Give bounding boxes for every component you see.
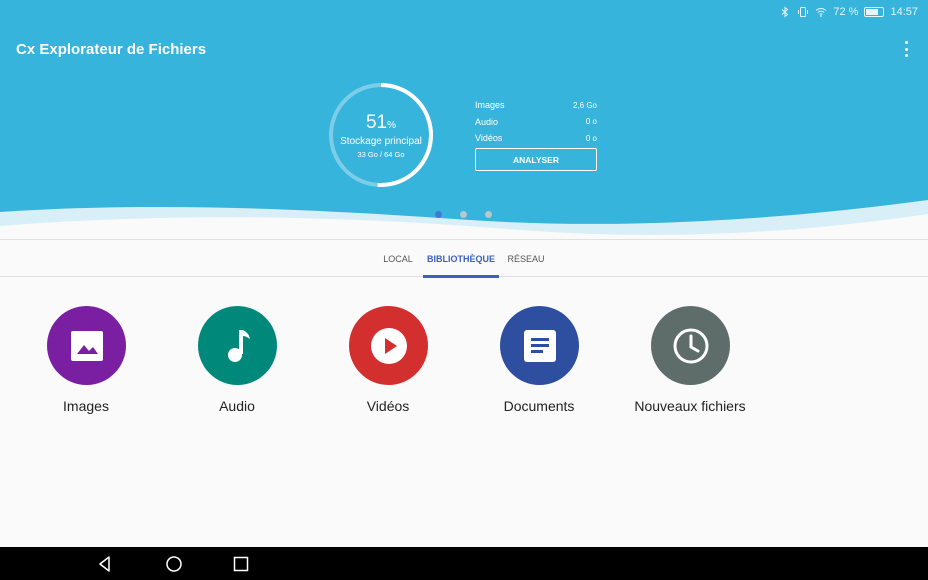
category-label: Audio (219, 398, 255, 414)
stat-label: Audio (475, 116, 499, 127)
bluetooth-icon (782, 6, 789, 18)
category-new-files-circle (651, 306, 730, 385)
tab-bibliotheque[interactable]: BIBLIOTHÈQUE (423, 240, 499, 278)
battery-icon (864, 7, 885, 17)
home-icon[interactable] (165, 555, 183, 573)
storage-percent: 51% (366, 112, 396, 134)
category-audio-circle (198, 306, 277, 385)
stat-value: 0 o (585, 133, 597, 143)
more-vertical-icon[interactable] (902, 41, 910, 57)
category-new-files[interactable]: Nouveaux fichiers (615, 306, 765, 426)
storage-percent-symbol: % (387, 119, 397, 131)
wifi-icon (816, 8, 827, 17)
storage-ring-text: 51% Stockage principal 33 Go / 64 Go (328, 82, 434, 188)
battery-percent: 72 % (833, 6, 859, 18)
back-icon[interactable] (96, 555, 114, 573)
pager-dot[interactable] (460, 211, 467, 218)
storage-size: 33 Go / 64 Go (357, 149, 405, 159)
vibrate-icon (798, 7, 809, 17)
category-audio[interactable]: Audio (162, 306, 312, 426)
status-bar: 72 % 14:57 (779, 4, 918, 20)
category-label: Documents (503, 398, 575, 414)
tab-bar: LOCAL BIBLIOTHÈQUE RÉSEAU (0, 239, 928, 278)
stat-row-audio: Audio 0 o (475, 114, 597, 131)
category-documents[interactable]: Documents (464, 306, 614, 426)
stat-label: Vidéos (475, 133, 503, 144)
music-note-icon (227, 329, 250, 362)
stat-label: Images (475, 100, 505, 111)
play-circle-icon (370, 327, 407, 364)
storage-stats: Images 2,6 Go Audio 0 o Vidéos 0 o (475, 97, 597, 147)
category-images-circle (47, 306, 126, 385)
category-images[interactable]: Images (11, 306, 161, 426)
clock-time: 14:57 (890, 6, 918, 18)
stat-row-videos: Vidéos 0 o (475, 130, 597, 147)
storage-label: Stockage principal (340, 135, 422, 147)
pager-dot[interactable] (485, 211, 492, 218)
tab-local[interactable]: LOCAL (372, 240, 424, 277)
recents-icon[interactable] (232, 555, 250, 573)
stat-value: 0 o (585, 117, 597, 127)
storage-percent-value: 51 (365, 111, 388, 133)
tab-reseau[interactable]: RÉSEAU (500, 240, 552, 277)
navigation-bar (0, 547, 928, 580)
stat-value: 2,6 Go (572, 100, 597, 110)
header-banner: 72 % 14:57 Cx Explorateur de Fichiers 51… (0, 0, 928, 240)
category-label: Images (63, 398, 109, 414)
pager-dots (435, 211, 492, 218)
category-videos[interactable]: Vidéos (313, 306, 463, 426)
category-videos-circle (349, 306, 428, 385)
category-label: Nouveaux fichiers (634, 398, 746, 414)
image-icon (70, 330, 103, 361)
stat-row-images: Images 2,6 Go (475, 97, 597, 114)
app-title: Cx Explorateur de Fichiers (16, 41, 207, 58)
analyse-button[interactable]: ANALYSER (475, 148, 597, 171)
document-icon (523, 329, 556, 362)
clock-icon (673, 328, 708, 363)
storage-ring[interactable]: 51% Stockage principal 33 Go / 64 Go (328, 82, 434, 188)
pager-dot[interactable] (435, 211, 442, 218)
category-label: Vidéos (366, 398, 410, 414)
category-documents-circle (500, 306, 579, 385)
